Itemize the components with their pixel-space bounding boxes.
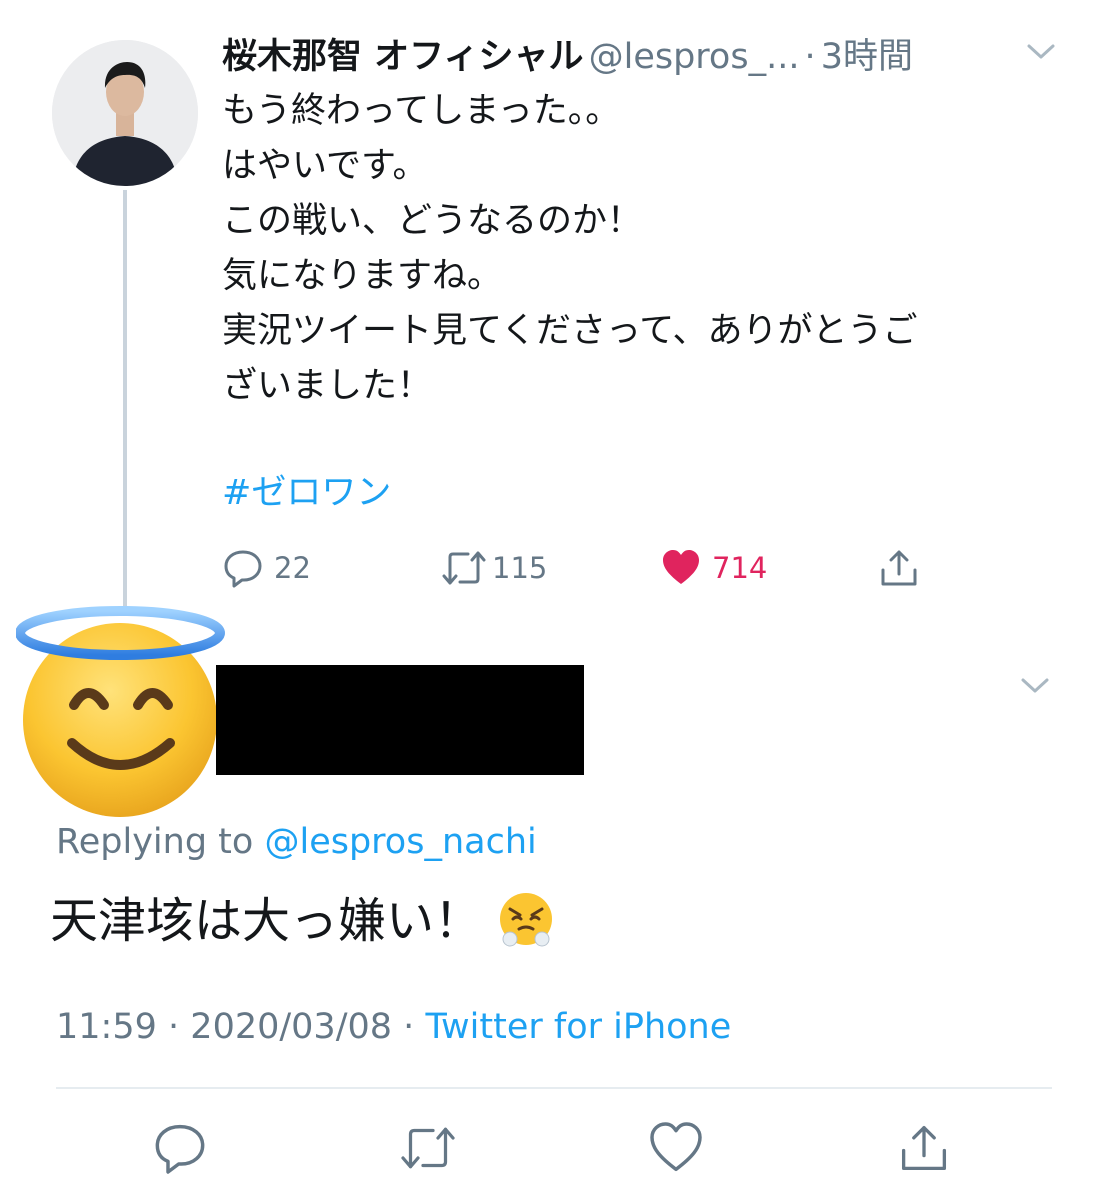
chevron-down-icon[interactable] [1020, 676, 1050, 696]
share-button[interactable] [896, 1120, 956, 1180]
retweet-icon [401, 1127, 455, 1169]
reply-meta: 11:59 · 2020/03/08 · Twitter for iPhone [56, 1002, 731, 1052]
tweet-time[interactable]: 3時間 [821, 37, 913, 77]
replying-prefix: Replying to [56, 822, 254, 862]
share-icon [901, 1125, 947, 1171]
divider [56, 1087, 1052, 1089]
tweet-line: はやいです。 [222, 146, 428, 186]
reply-icon [155, 1124, 205, 1174]
author-name[interactable]: 桜木那智 オフィシャル [222, 37, 584, 77]
retweet-count: 115 [492, 551, 548, 585]
source-link[interactable]: Twitter for iPhone [425, 1007, 731, 1047]
retweet-button[interactable]: 115 [440, 538, 547, 598]
reply-icon [224, 550, 262, 588]
meta-separator: · [403, 1007, 415, 1047]
like-button[interactable]: 714 [660, 538, 767, 598]
heart-icon [650, 1122, 702, 1172]
tweet-line: もう終わってしまった。。 [222, 91, 621, 131]
heart-icon [663, 550, 699, 584]
tweet-text: もう終わってしまった。。 はやいです。 この戦い、どうなるのか！ 気になりますね… [222, 84, 1042, 414]
reply-time: 11:59 [56, 1007, 157, 1047]
hashtag-link[interactable]: #ゼロワン [222, 466, 391, 521]
share-icon [881, 550, 917, 586]
author-avatar[interactable] [52, 40, 198, 186]
reply-body: 天津垓は大っ嫌い！ [50, 893, 483, 949]
tweet-line: 実況ツイート見てくださって、ありがとうご [222, 311, 918, 351]
avatar-photo [52, 40, 198, 186]
redacted-user-info [216, 665, 584, 775]
reply-button[interactable] [152, 1120, 212, 1180]
header-separator: · [804, 37, 816, 77]
like-count: 714 [712, 551, 768, 585]
reply-date: 2020/03/08 [190, 1007, 393, 1047]
tweet-line: この戦い、どうなるのか！ [222, 201, 643, 241]
tweet-line: 気になりますね。 [222, 256, 503, 296]
author-handle[interactable]: @lespros_... [589, 37, 800, 77]
reply-button[interactable]: 22 [222, 538, 311, 598]
thread-line [123, 190, 127, 608]
chevron-down-icon[interactable] [1026, 42, 1056, 62]
smiling-face-with-halo-emoji [16, 606, 225, 817]
face-with-steam-from-nose-emoji [500, 893, 553, 947]
share-button[interactable] [877, 538, 921, 598]
replying-to: Replying to @lespros_nachi [56, 817, 537, 867]
like-button[interactable] [648, 1120, 708, 1180]
tweet-line: ざいました！ [222, 366, 433, 406]
retweet-icon [442, 551, 486, 585]
retweet-button[interactable] [398, 1120, 458, 1180]
meta-separator: · [168, 1007, 180, 1047]
tweet-header: 桜木那智 オフィシャル @lespros_... · 3時間 [222, 28, 1012, 80]
reply-count: 22 [274, 551, 311, 585]
reply-text: 天津垓は大っ嫌い！ [50, 886, 556, 956]
replying-handle-link[interactable]: @lespros_nachi [264, 822, 536, 862]
